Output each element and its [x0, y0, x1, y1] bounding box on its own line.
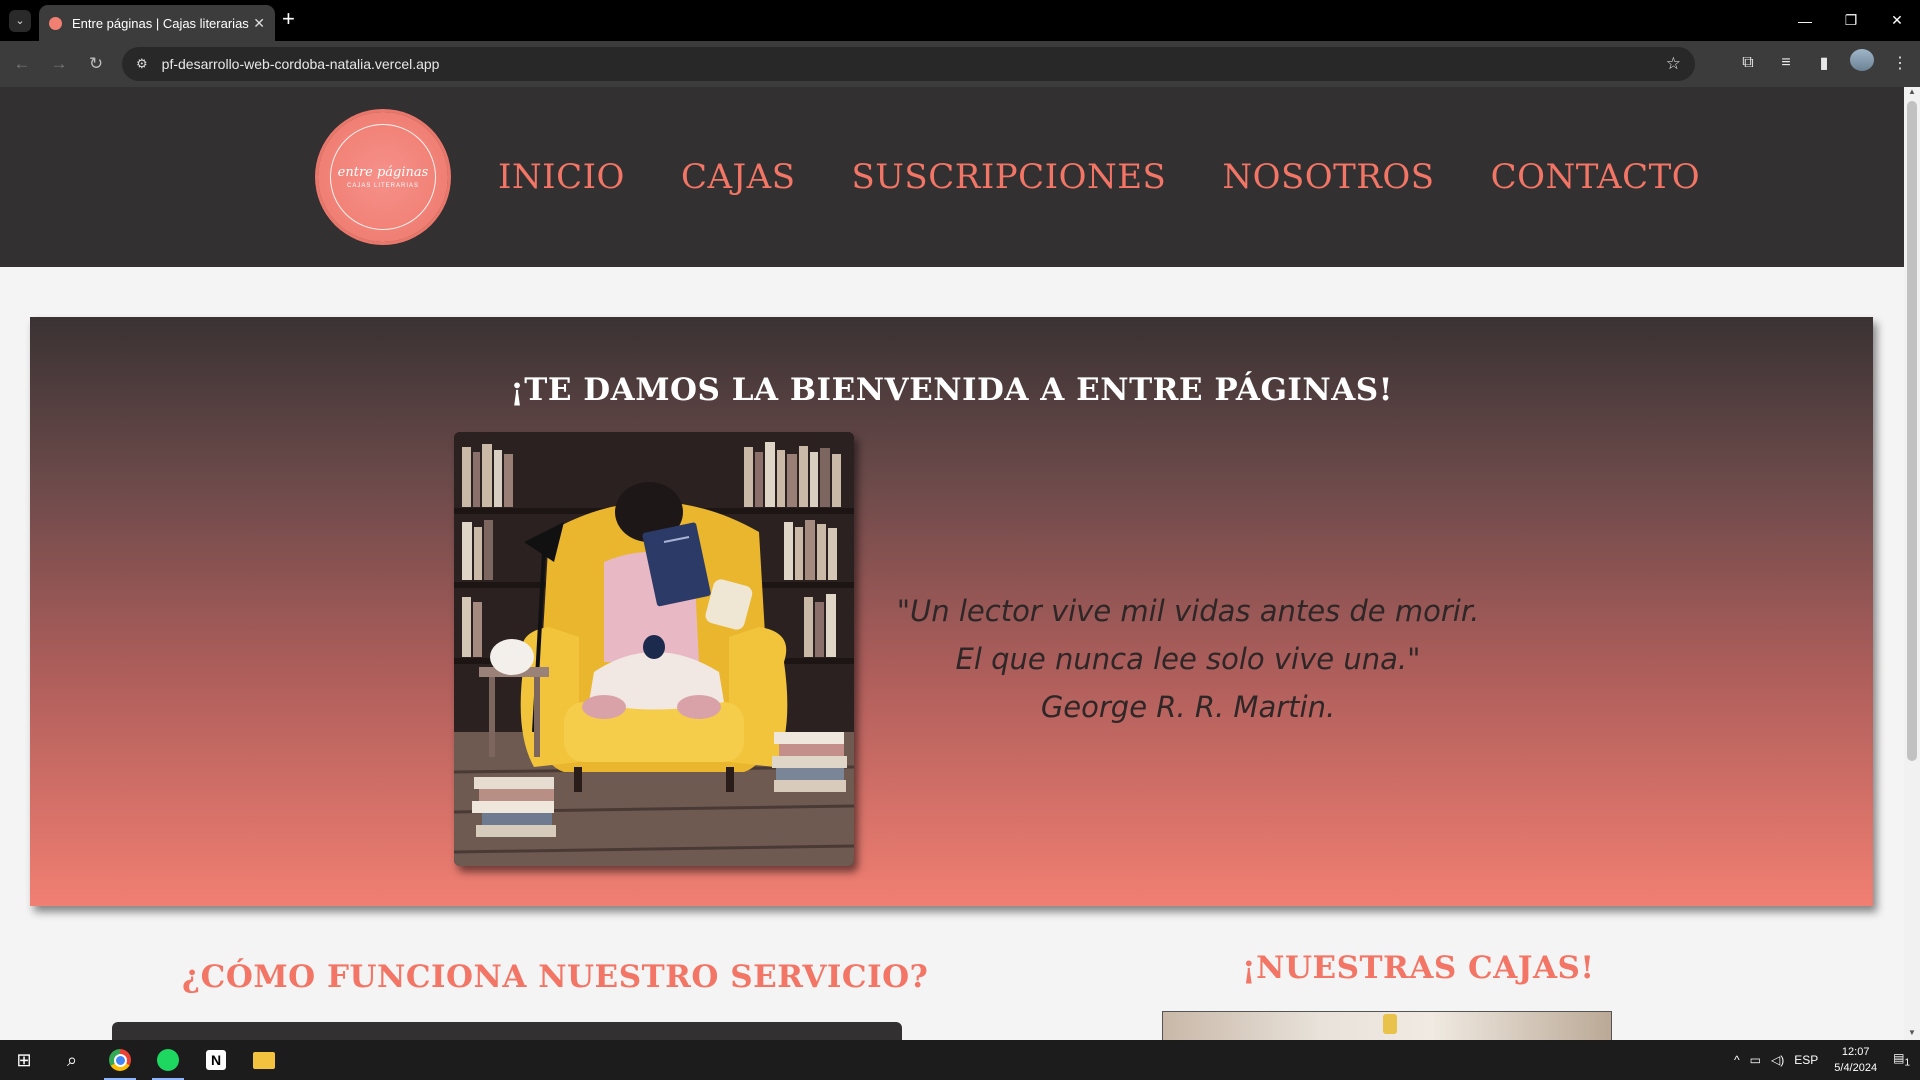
more-menu-icon[interactable]: ⋮	[1888, 53, 1912, 73]
back-arrow-icon[interactable]: ←	[7, 49, 37, 79]
address-bar[interactable]: ⚙ pf-desarrollo-web-cordoba-natalia.verc…	[122, 47, 1695, 81]
search-icon[interactable]: ⌕	[48, 1040, 96, 1080]
hero-banner: ¡TE DAMOS LA BIENVENIDA A ENTRE PÁGINAS!	[30, 317, 1873, 906]
boxes-preview-image	[1162, 1011, 1612, 1040]
quote-author: George R. R. Martin.	[1040, 690, 1336, 724]
scroll-up-icon[interactable]: ▲	[1904, 87, 1920, 99]
page-viewport: entre páginas CAJAS LITERARIAS INICIO CA…	[0, 87, 1904, 1040]
logo-subtitle: CAJAS LITERARIAS	[346, 183, 419, 189]
clock-date: 5/4/2024	[1834, 1062, 1878, 1074]
close-window-icon[interactable]: ✕	[1874, 0, 1920, 41]
nav-inicio[interactable]: INICIO	[498, 157, 625, 197]
clock[interactable]: 12:07 5/4/2024	[1834, 1044, 1877, 1076]
page-scrollbar[interactable]: ▲ ▼	[1904, 87, 1920, 1040]
nav-cajas[interactable]: CAJAS	[681, 157, 796, 197]
how-it-works-title: ¿CÓMO FUNCIONA NUESTRO SERVICIO?	[182, 959, 929, 995]
our-boxes-title: ¡NUESTRAS CAJAS!	[1242, 950, 1595, 986]
toolbar-actions: ⧉ ≡ ▮ ⋮	[1736, 49, 1912, 76]
minimize-icon[interactable]: —	[1782, 0, 1828, 41]
tab-search-chevron-icon[interactable]: ⌄	[9, 9, 31, 32]
site-logo[interactable]: entre páginas CAJAS LITERARIAS	[318, 112, 448, 242]
windows-start-icon[interactable]: ⊞	[0, 1040, 48, 1080]
url-text[interactable]: pf-desarrollo-web-cordoba-natalia.vercel…	[162, 56, 1666, 72]
browser-tab-bar: ⌄ Entre páginas | Cajas literarias ✕ + —…	[0, 0, 1920, 41]
browser-tab-active[interactable]: Entre páginas | Cajas literarias ✕	[39, 5, 275, 41]
profile-avatar-icon[interactable]	[1850, 49, 1874, 76]
nav-nosotros[interactable]: NOSOTROS	[1222, 157, 1434, 197]
restore-icon[interactable]: ❐	[1828, 0, 1874, 41]
file-explorer-icon[interactable]	[240, 1040, 288, 1080]
chrome-taskbar-icon[interactable]	[96, 1040, 144, 1080]
scroll-down-icon[interactable]: ▼	[1904, 1028, 1920, 1040]
forward-arrow-icon[interactable]: →	[44, 49, 74, 79]
tab-title: Entre páginas | Cajas literarias	[72, 15, 249, 31]
hero-title: ¡TE DAMOS LA BIENVENIDA A ENTRE PÁGINAS!	[510, 372, 1393, 408]
new-tab-plus-icon[interactable]: +	[282, 8, 295, 30]
reload-icon[interactable]: ↻	[81, 49, 111, 79]
clock-time: 12:07	[1841, 1046, 1870, 1058]
quote-line-1: "Un lector vive mil vidas antes de morir…	[896, 594, 1480, 628]
bookmark-star-icon[interactable]: ☆	[1666, 54, 1681, 74]
os-taskbar: ⊞ ⌕ N ^ ▭ ◁) ESP 12:07 5/4/2024 ▤1	[0, 1040, 1920, 1080]
window-controls: — ❐ ✕	[1782, 0, 1920, 41]
notifications-icon[interactable]: ▤1	[1893, 1051, 1910, 1068]
notion-taskbar-icon[interactable]: N	[192, 1040, 240, 1080]
side-panel-icon[interactable]: ▮	[1812, 53, 1836, 73]
site-header: entre páginas CAJAS LITERARIAS INICIO CA…	[0, 87, 1904, 267]
language-indicator[interactable]: ESP	[1794, 1053, 1818, 1067]
quote-line-2: El que nunca lee solo vive una."	[955, 642, 1421, 676]
reading-woman-illustration	[454, 432, 854, 866]
system-tray: ^ ▭ ◁) ESP 12:07 5/4/2024 ▤1	[1734, 1040, 1920, 1080]
main-nav: INICIO CAJAS SUSCRIPCIONES NOSOTROS CONT…	[498, 87, 1700, 267]
nav-contacto[interactable]: CONTACTO	[1491, 157, 1701, 197]
nav-suscripciones[interactable]: SUSCRIPCIONES	[851, 157, 1166, 197]
favicon-icon	[49, 16, 62, 30]
notification-count: 1	[1904, 1057, 1910, 1069]
browser-toolbar: ← → ↻ ⚙ pf-desarrollo-web-cordoba-natali…	[0, 41, 1920, 87]
volume-icon[interactable]: ◁)	[1771, 1053, 1784, 1067]
tab-close-icon[interactable]: ✕	[253, 15, 265, 32]
hero-quote: "Un lector vive mil vidas antes de morir…	[868, 587, 1508, 731]
extensions-icon[interactable]: ⧉	[1736, 54, 1760, 72]
spotify-taskbar-icon[interactable]	[144, 1040, 192, 1080]
scroll-thumb[interactable]	[1907, 101, 1917, 761]
logo-name: entre páginas	[337, 165, 429, 180]
site-settings-icon[interactable]: ⚙	[136, 56, 148, 72]
how-it-works-card	[112, 1022, 902, 1040]
tray-chevron-up-icon[interactable]: ^	[1734, 1053, 1740, 1067]
media-controls-icon[interactable]: ≡	[1774, 54, 1798, 72]
network-icon[interactable]: ▭	[1750, 1053, 1761, 1067]
